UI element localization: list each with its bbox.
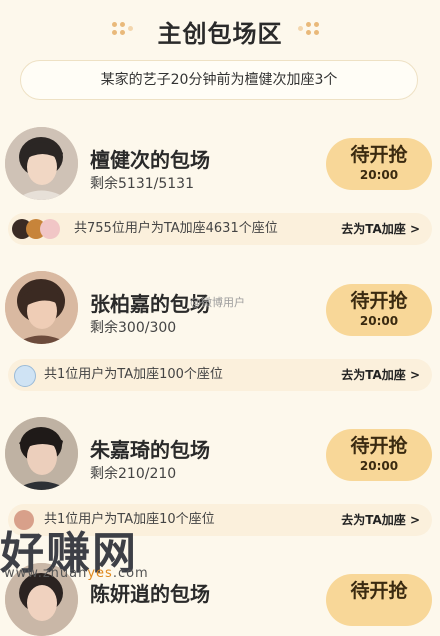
avatar[interactable] bbox=[5, 271, 78, 344]
add-seat-link[interactable]: 去为TA加座 > bbox=[341, 359, 420, 391]
supporters-bar[interactable]: 共755位用户为TA加座4631个座位 去为TA加座 > bbox=[8, 213, 432, 245]
grab-button[interactable]: 待开抢 20:00 bbox=[326, 138, 432, 190]
user-avatar-icon bbox=[14, 365, 36, 387]
booking-name: 檀健次的包场 bbox=[90, 148, 210, 172]
seats-remaining: 剩余300/300 bbox=[90, 320, 177, 336]
grab-button[interactable]: 待开抢 bbox=[326, 574, 432, 626]
supporters-bar[interactable]: 共1位用户为TA加座100个座位 去为TA加座 > bbox=[8, 359, 432, 391]
grab-button-label: 待开抢 bbox=[350, 290, 408, 312]
grab-button-label: 待开抢 bbox=[350, 435, 408, 457]
booking-name: 朱嘉琦的包场 bbox=[90, 438, 210, 462]
site-watermark-url: www.zhuanyes.com bbox=[4, 566, 149, 581]
avatar[interactable] bbox=[5, 127, 78, 200]
supporters-text: 共1位用户为TA加座100个座位 bbox=[44, 367, 223, 382]
add-seat-link[interactable]: 去为TA加座 > bbox=[341, 213, 420, 245]
grab-button[interactable]: 待开抢 20:00 bbox=[326, 284, 432, 336]
add-seat-link[interactable]: 去为TA加座 > bbox=[341, 504, 420, 536]
seats-remaining: 剩余5131/5131 bbox=[90, 176, 194, 192]
section-header: 主创包场区 bbox=[0, 0, 440, 56]
section-title: 主创包场区 bbox=[157, 20, 283, 48]
booking-name: 陈妍逍的包场 bbox=[90, 582, 210, 606]
seats-remaining: 剩余210/210 bbox=[90, 466, 177, 482]
grab-button-label: 待开抢 bbox=[350, 144, 408, 166]
activity-notice: 某家的艺子20分钟前为檀健次加座3个 bbox=[20, 60, 418, 100]
decor-dots-right-icon bbox=[298, 22, 322, 36]
grab-button-label: 待开抢 bbox=[350, 580, 408, 602]
avatar[interactable] bbox=[5, 417, 78, 490]
weibo-watermark: @微博用户 bbox=[190, 296, 245, 309]
grab-time: 20:00 bbox=[359, 459, 399, 473]
grab-button[interactable]: 待开抢 20:00 bbox=[326, 429, 432, 481]
grab-time: 20:00 bbox=[359, 314, 399, 328]
grab-time: 20:00 bbox=[359, 168, 399, 182]
supporters-text: 共755位用户为TA加座4631个座位 bbox=[74, 221, 278, 236]
user-avatar-icon bbox=[40, 219, 60, 239]
